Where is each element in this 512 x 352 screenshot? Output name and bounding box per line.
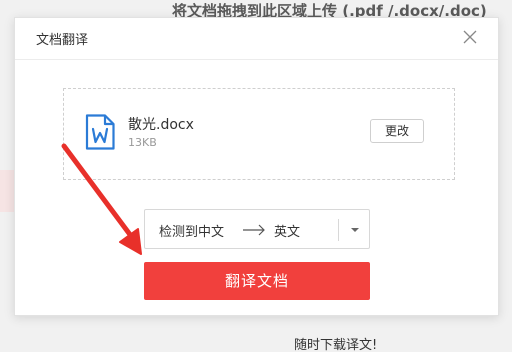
word-doc-icon [85,114,115,150]
arrow-right-icon [243,224,265,236]
dialog-title: 文档翻译 [36,33,89,48]
footer-text: 随时下载译文! [294,338,378,352]
file-zone: 散光.docx 13KB 更改 [63,88,455,180]
translate-document-button[interactable]: 翻译文档 [144,262,370,300]
target-language: 英文 [274,225,301,240]
file-name: 散光.docx [128,117,194,133]
dialog-header: 文档翻译 [15,18,498,60]
close-icon[interactable] [462,29,478,45]
caret-down-icon[interactable] [345,220,365,240]
change-file-button[interactable]: 更改 [370,119,424,143]
language-selector[interactable]: 检测到中文 英文 [144,209,370,249]
background-sidebar-strip [0,170,14,212]
source-language: 检测到中文 [159,225,225,240]
document-translate-dialog: 文档翻译 散光.docx 13KB 更改 检测到中文 英文 翻译文档 [14,17,499,316]
selector-divider [338,219,339,241]
file-size: 13KB [128,136,157,149]
